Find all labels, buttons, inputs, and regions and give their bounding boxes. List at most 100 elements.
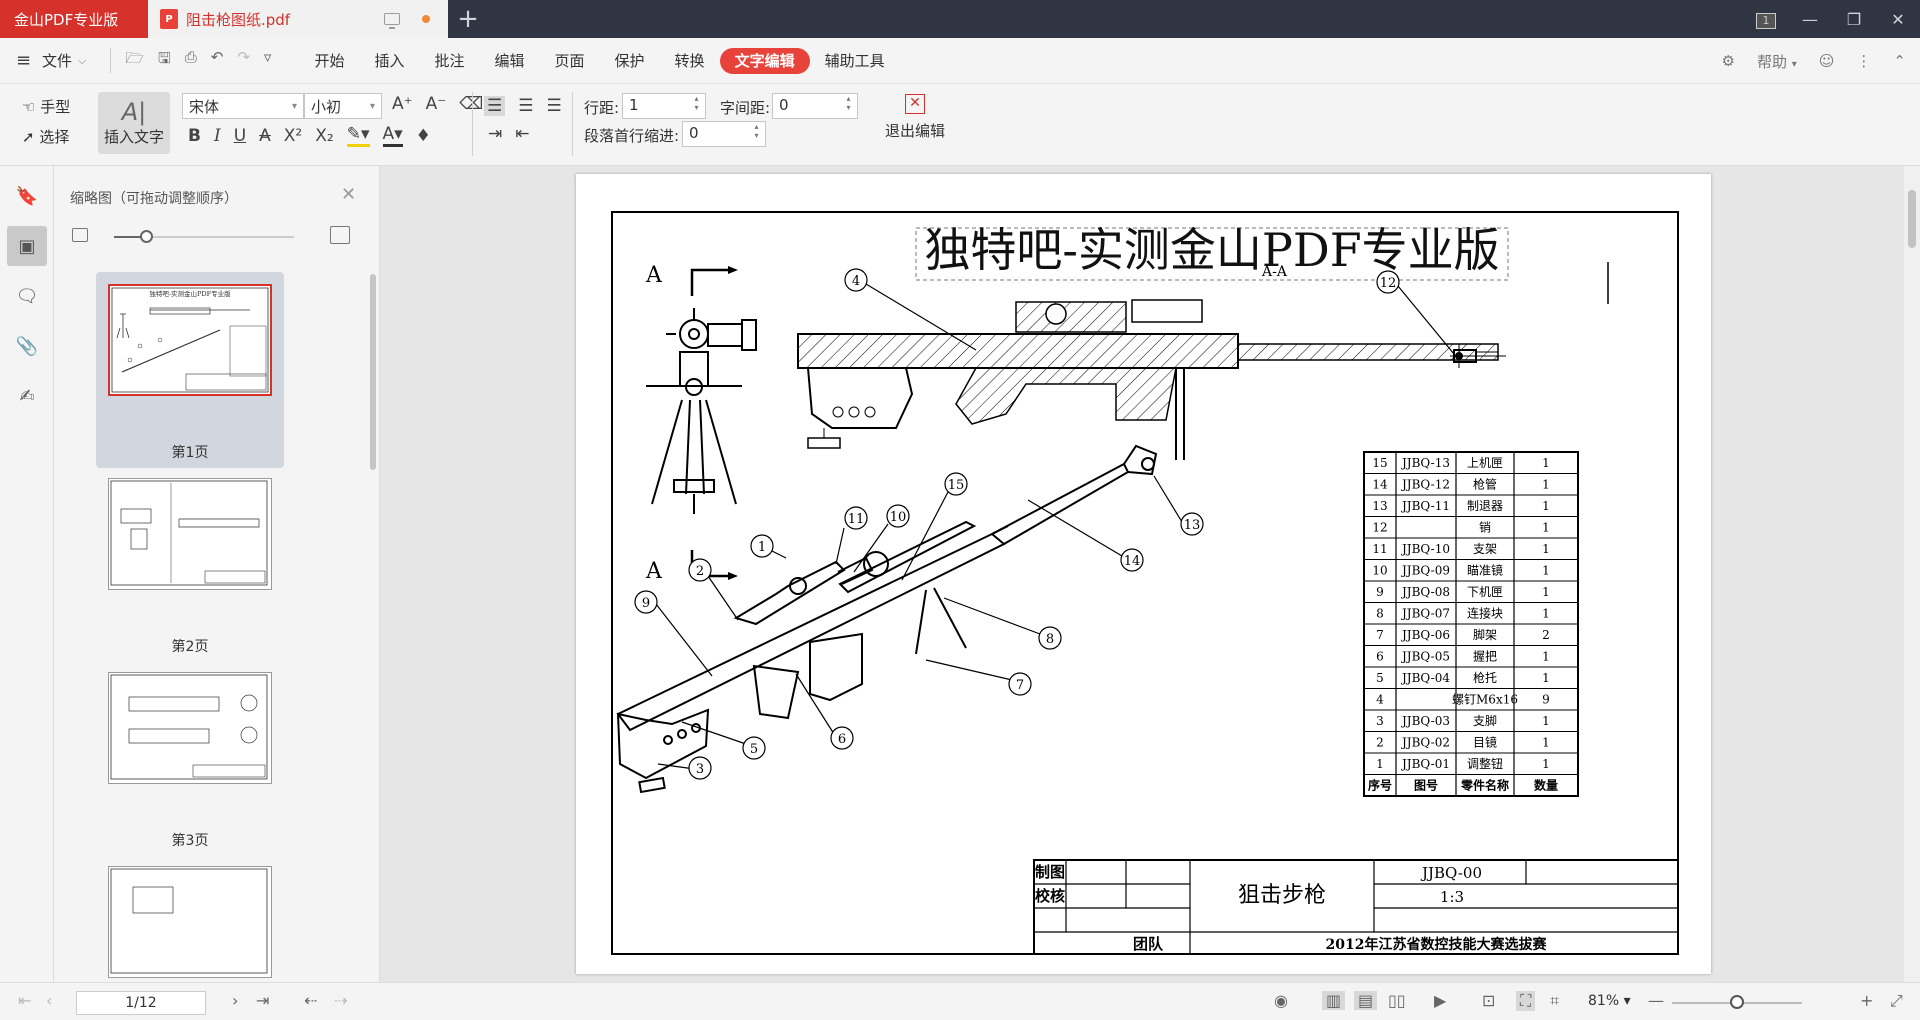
font-size-select[interactable]: 小初 <box>304 93 382 119</box>
customize-chevron-icon[interactable]: ▿ <box>264 48 272 73</box>
collapse-ribbon-icon[interactable]: ⌃ <box>1893 52 1906 70</box>
fit-page-icon[interactable]: ⛶ <box>1516 991 1536 1011</box>
char-spacing-input[interactable]: 0 <box>772 93 858 119</box>
comment-icon[interactable]: 🗨 <box>7 276 47 316</box>
large-image-icon[interactable] <box>330 226 350 244</box>
drawing-title-text[interactable]: 独特吧-实测金山PDF专业版 <box>924 223 1499 277</box>
first-page-icon[interactable]: ⇤ <box>18 991 31 1010</box>
close-window-icon[interactable]: ✕ <box>1876 10 1920 29</box>
signature-icon[interactable]: ✍ <box>7 376 47 416</box>
strikethrough-icon[interactable]: A <box>259 126 271 146</box>
close-panel-icon[interactable]: ✕ <box>341 184 356 205</box>
single-page-icon[interactable]: ▥ <box>1322 991 1346 1010</box>
superscript-icon[interactable]: X² <box>284 126 302 146</box>
document-scrollbar[interactable] <box>1904 166 1920 982</box>
font-color-icon[interactable]: A▾ <box>382 124 403 147</box>
actual-size-icon[interactable]: ⊡ <box>1482 991 1495 1010</box>
file-menu-button[interactable]: 文件 ⌵ <box>42 50 86 71</box>
fullscreen-icon[interactable]: ⤢ <box>1890 991 1903 1011</box>
new-tab-button[interactable]: + <box>448 0 488 38</box>
prev-page-icon[interactable]: ‹ <box>46 991 52 1010</box>
tab-text-edit[interactable]: 文字编辑 <box>719 47 810 74</box>
zoom-out-icon[interactable]: — <box>1648 991 1664 1010</box>
tab-annotate[interactable]: 批注 <box>419 48 479 74</box>
open-folder-icon[interactable]: 🗁 <box>125 48 144 73</box>
redo-icon[interactable]: ↷ <box>237 48 250 73</box>
next-view-icon[interactable]: ⇢ <box>334 991 347 1010</box>
subscript-icon[interactable]: X₂ <box>315 126 333 146</box>
balloon-15: 15 <box>948 478 965 493</box>
minimize-icon[interactable]: — <box>1788 10 1832 29</box>
restore-icon[interactable]: ❐ <box>1832 10 1876 29</box>
indent-decrease-icon[interactable]: ⇤ <box>515 124 529 144</box>
underline-icon[interactable]: U <box>234 126 246 146</box>
thumbnail-page-3[interactable]: 第3页 <box>96 660 284 856</box>
continuous-page-icon[interactable]: ▤ <box>1354 991 1378 1010</box>
format-painter-icon[interactable]: ♦ <box>416 126 431 146</box>
print-icon[interactable]: ⎙ <box>185 48 197 73</box>
tab-tools[interactable]: 辅助工具 <box>810 48 900 74</box>
page-count-button[interactable]: 1 <box>1744 9 1788 29</box>
undo-icon[interactable]: ↶ <box>211 48 224 73</box>
next-page-icon[interactable]: › <box>232 991 238 1010</box>
highlight-color-icon[interactable]: ✎▾ <box>346 124 370 147</box>
bom-cell: 1 <box>1542 521 1550 535</box>
align-center-icon[interactable]: ☰ <box>518 96 533 116</box>
tripod-side-view <box>646 308 757 514</box>
last-page-icon[interactable]: ⇥ <box>256 991 269 1010</box>
thumbnail-scrollbar[interactable] <box>370 274 376 470</box>
decrease-font-icon[interactable]: A⁻ <box>426 94 447 114</box>
tab-insert[interactable]: 插入 <box>359 48 419 74</box>
page-number-input[interactable]: 1/12 <box>76 991 206 1015</box>
tab-page[interactable]: 页面 <box>540 48 600 74</box>
bom-cell: 3 <box>1376 714 1384 728</box>
slider-knob[interactable] <box>140 230 153 243</box>
hand-tool-button[interactable]: ☜ 手型 <box>22 96 70 117</box>
thumbnail-page-2[interactable]: 第2页 <box>96 466 284 662</box>
bom-cell: 10 <box>1372 564 1387 578</box>
help-menu-button[interactable]: 帮助 ▾ <box>1757 51 1797 72</box>
insert-text-button[interactable]: A| 插入文字 <box>98 92 170 154</box>
more-options-icon[interactable]: ⋮ <box>1856 52 1871 70</box>
bold-icon[interactable]: B <box>188 126 201 146</box>
tab-start[interactable]: 开始 <box>299 48 359 74</box>
zoom-level[interactable]: 81% ▾ <box>1588 993 1631 1009</box>
fit-width-icon[interactable]: ⌗ <box>1550 991 1559 1011</box>
bookmark-icon[interactable]: 🔖 <box>7 176 47 216</box>
indent-tools: ⇥ ⇤ <box>488 124 530 144</box>
save-icon[interactable]: 🖫 <box>158 48 171 73</box>
tab-convert[interactable]: 转换 <box>660 48 720 74</box>
select-tool-button[interactable]: ➚ 选择 <box>22 126 69 147</box>
feedback-icon[interactable]: ☺ <box>1819 52 1835 70</box>
attachment-icon[interactable]: 📎 <box>7 326 47 366</box>
pdf-page[interactable]: 独特吧-实测金山PDF专业版 A A A-A 1 2 3 4 5 6 7 8 9… <box>576 174 1711 974</box>
zoom-slider-knob[interactable] <box>1730 995 1744 1009</box>
indent-increase-icon[interactable]: ⇥ <box>488 124 502 144</box>
app-home-tab[interactable]: 金山PDF专业版 <box>0 0 148 38</box>
previous-view-icon[interactable]: ⇠ <box>304 991 317 1010</box>
tab-protect[interactable]: 保护 <box>600 48 660 74</box>
document-tab[interactable]: P 阻击枪图纸.pdf <box>148 0 448 38</box>
align-right-icon[interactable]: ☰ <box>547 96 562 116</box>
play-slideshow-icon[interactable]: ▶ <box>1434 991 1446 1010</box>
line-spacing-input[interactable]: 1 <box>622 93 706 119</box>
zoom-in-icon[interactable]: + <box>1860 991 1873 1010</box>
align-left-icon[interactable]: ☰ <box>484 96 506 116</box>
thumbnail-size-slider[interactable] <box>72 226 362 248</box>
eye-protection-icon[interactable]: ◉ <box>1274 991 1288 1010</box>
thumbnail-icon[interactable]: ▣ <box>7 226 47 266</box>
monitor-icon[interactable] <box>384 13 400 29</box>
scrollbar-thumb[interactable] <box>1908 190 1916 248</box>
font-family-select[interactable]: 宋体 <box>182 93 304 119</box>
thumbnail-page-4[interactable] <box>96 854 284 982</box>
increase-font-icon[interactable]: A⁺ <box>392 94 413 114</box>
exit-edit-button[interactable]: ✕ 退出编辑 <box>880 94 950 141</box>
tab-edit[interactable]: 编辑 <box>480 48 540 74</box>
settings-gear-icon[interactable]: ⚙ <box>1722 52 1735 70</box>
thumbnail-page-1[interactable]: 独特吧-实测金山PDF专业版 第1页 <box>96 272 284 468</box>
first-line-indent-input[interactable]: 0 <box>682 121 766 147</box>
small-image-icon[interactable] <box>72 228 88 242</box>
italic-icon[interactable]: I <box>214 126 221 146</box>
hamburger-menu-icon[interactable]: ≡ <box>16 50 36 71</box>
two-page-icon[interactable]: ▯▯ <box>1388 991 1406 1010</box>
